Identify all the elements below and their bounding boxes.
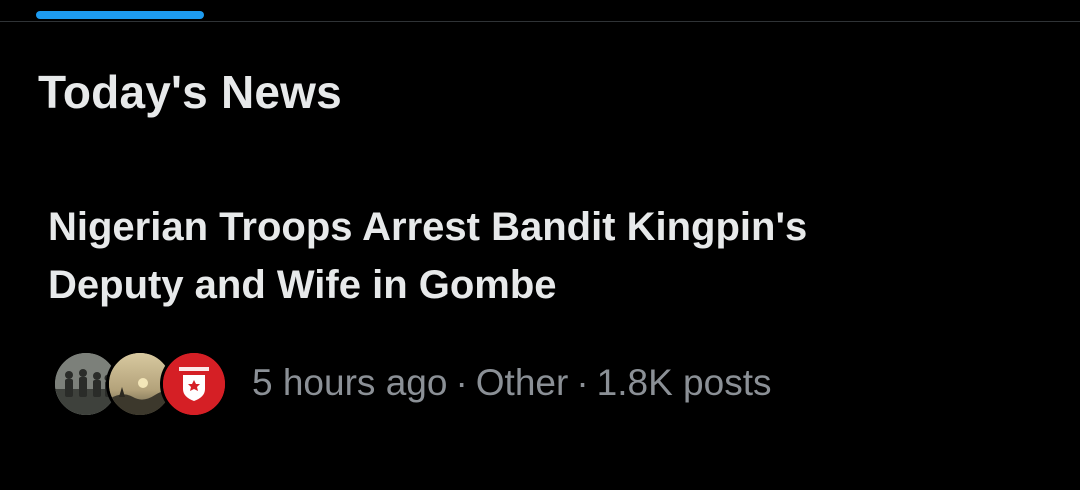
meta-separator: ·: [576, 362, 589, 403]
active-tab-indicator: [36, 11, 204, 19]
news-item[interactable]: Nigerian Troops Arrest Bandit Kingpin's …: [48, 198, 1048, 428]
section-title: Today's News: [38, 66, 342, 118]
news-logo-icon: [163, 353, 225, 415]
meta-separator: ·: [455, 362, 468, 403]
time-ago: 5 hours ago: [252, 362, 448, 403]
news-meta-text: 5 hours ago · Other · 1.8K posts: [252, 358, 771, 408]
news-headline[interactable]: Nigerian Troops Arrest Bandit Kingpin's …: [48, 198, 948, 314]
avatar-stack: [52, 348, 228, 418]
post-count: 1.8K posts: [596, 362, 772, 403]
news-logo-avatar: [160, 350, 228, 418]
news-category: Other: [475, 362, 569, 403]
news-meta-row: 5 hours ago · Other · 1.8K posts: [52, 348, 771, 418]
tab-bar-divider: [0, 21, 1080, 22]
